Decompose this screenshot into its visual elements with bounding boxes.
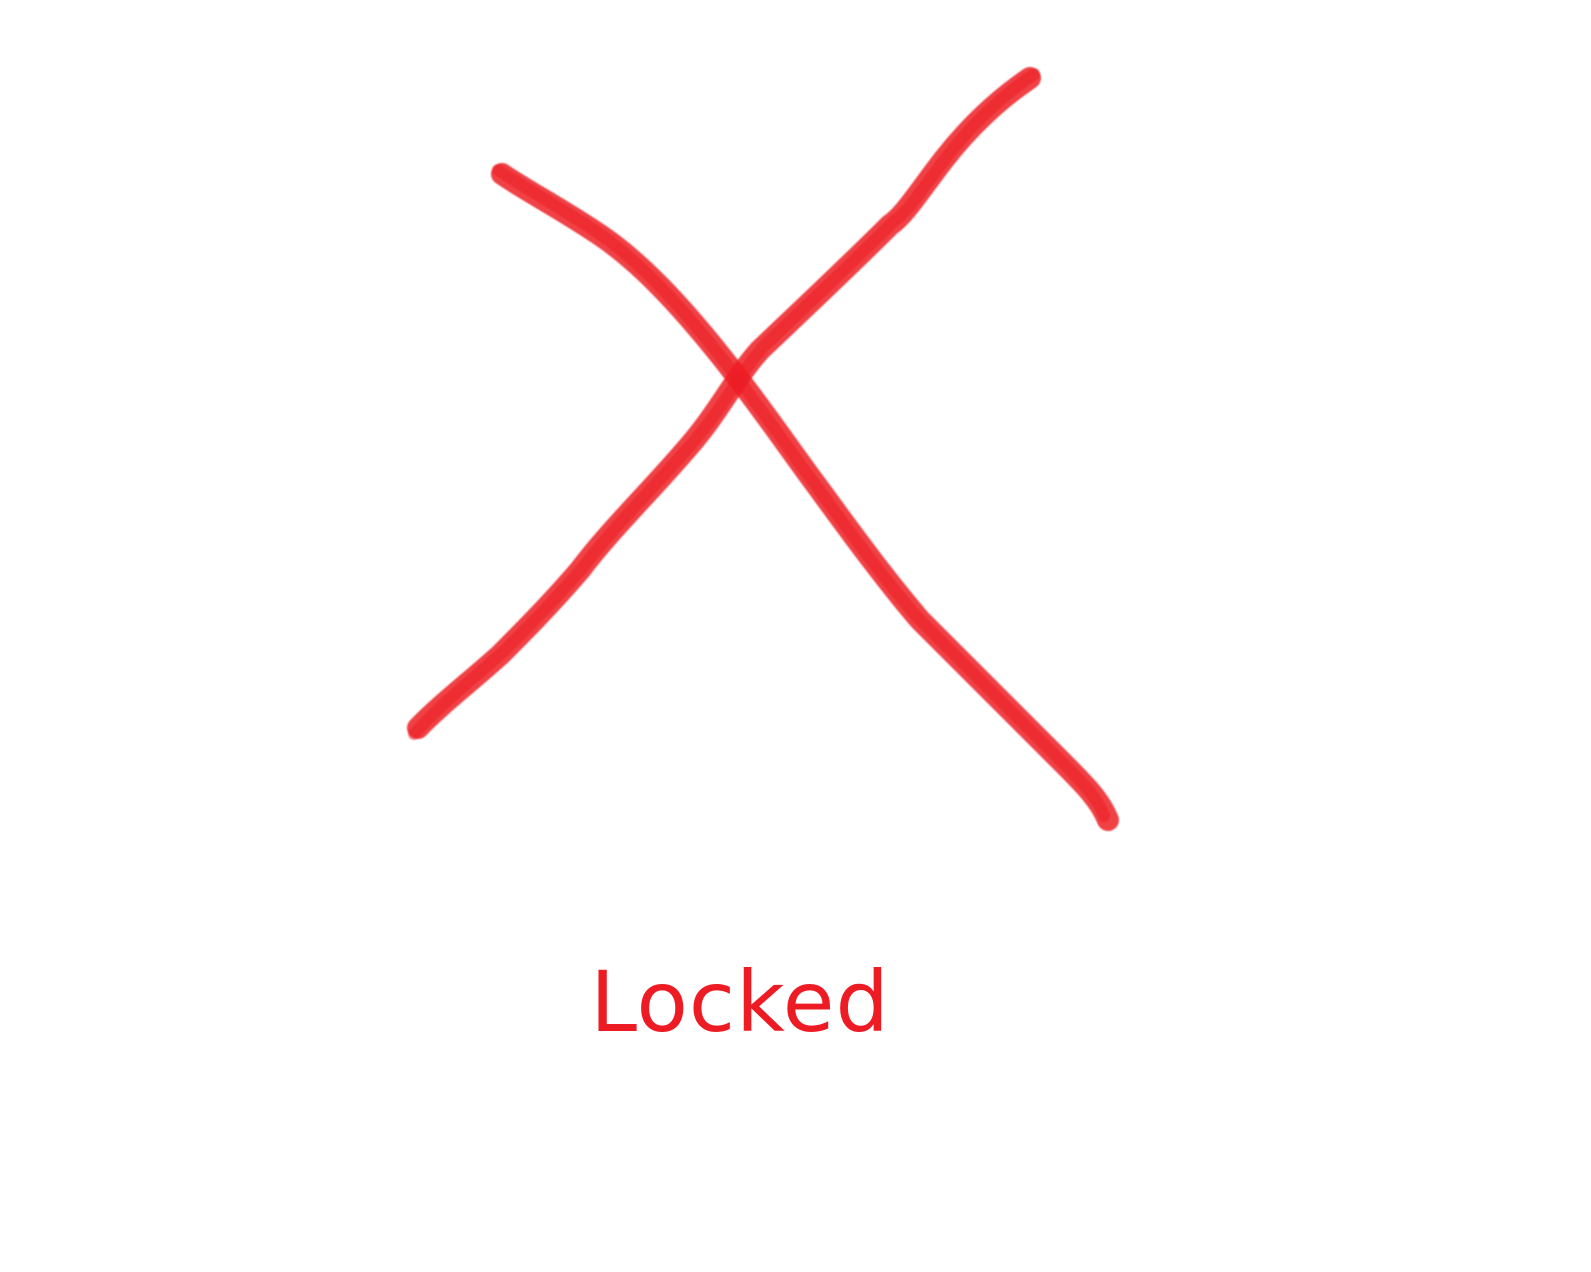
locked-status-label: Locked bbox=[590, 953, 890, 1051]
locked-x-mark bbox=[407, 67, 1119, 831]
x-stroke-descending-texture bbox=[492, 164, 1110, 822]
